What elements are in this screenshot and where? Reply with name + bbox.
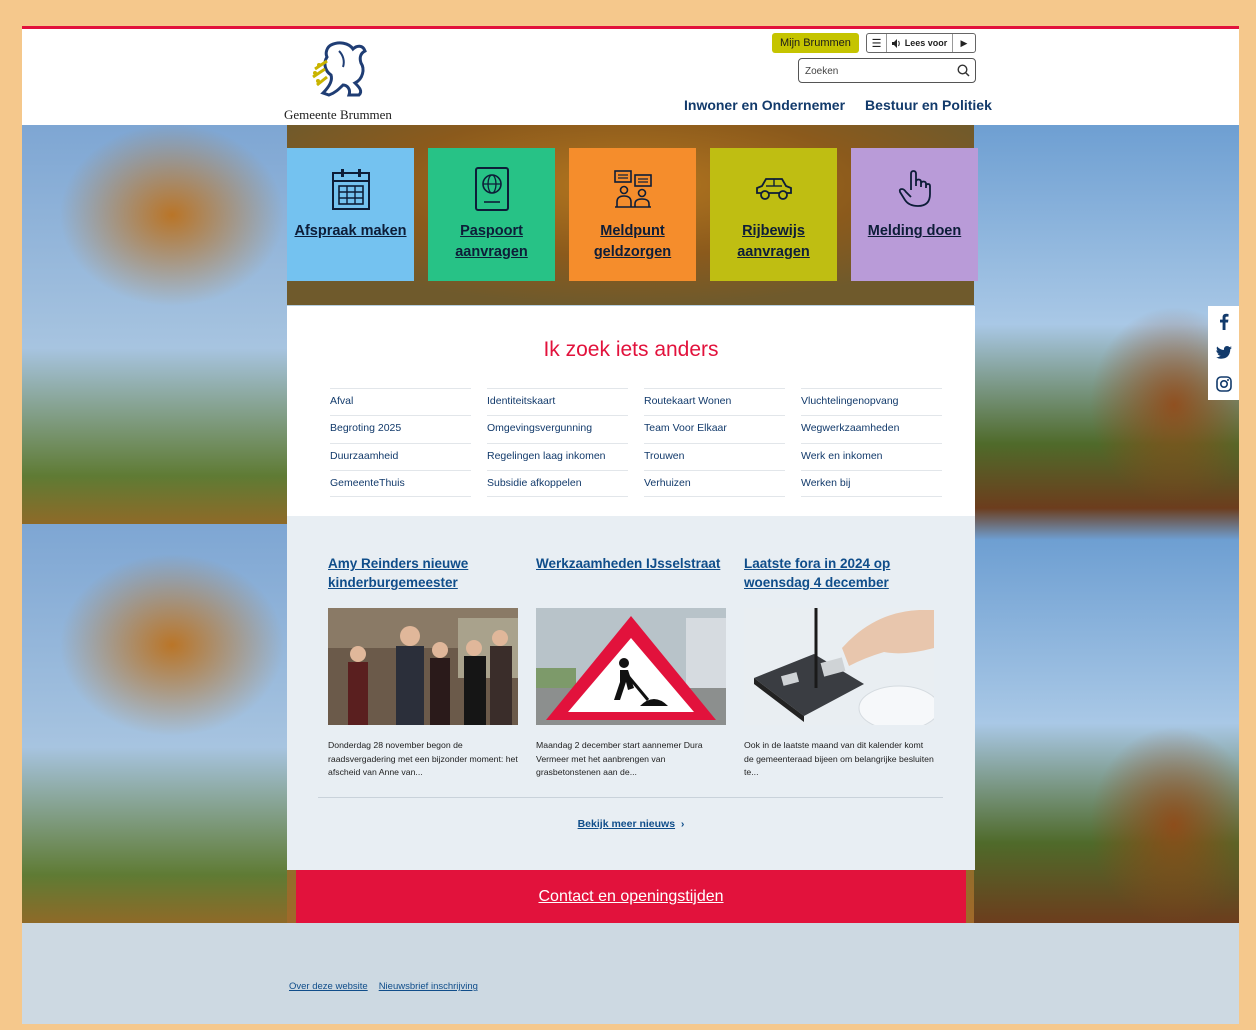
tile-afspraak-maken[interactable]: Afspraak maken	[287, 148, 414, 281]
news-summary: Maandag 2 december start aannemer Dura V…	[536, 740, 703, 777]
read-aloud-widget: ☰ Lees voor ▶	[866, 33, 976, 53]
footer-link-over-website[interactable]: Over deze website	[289, 981, 368, 992]
footer-links: Over deze website Nieuwsbrief inschrijvi…	[289, 981, 478, 992]
news-title[interactable]: Amy Reinders nieuwe kinderburgemeester	[328, 554, 518, 596]
link-afval[interactable]: Afval	[330, 388, 471, 415]
hero-image-right	[974, 125, 1239, 923]
links-column: Afval Begroting 2025 Duurzaamheid Gemeen…	[330, 388, 471, 498]
play-button[interactable]: ▶	[953, 34, 975, 52]
quick-links-grid: Afval Begroting 2025 Duurzaamheid Gemeen…	[330, 388, 942, 498]
tile-meldpunt-geldzorgen[interactable]: Meldpunt geldzorgen	[569, 148, 696, 281]
facebook-link[interactable]	[1208, 306, 1239, 337]
mijn-brummen-button[interactable]: Mijn Brummen	[772, 33, 859, 53]
news-section: Amy Reinders nieuwe kinderburgemeester D…	[287, 516, 975, 870]
link-regelingen-laag-inkomen[interactable]: Regelingen laag inkomen	[487, 442, 628, 470]
logo[interactable]: Gemeente Brummen	[284, 39, 414, 122]
news-image-kinderburgemeester[interactable]	[328, 608, 518, 725]
links-column: Identiteitskaart Omgevingsvergunning Reg…	[487, 388, 628, 498]
read-aloud-button[interactable]: Lees voor	[887, 34, 953, 52]
news-summary: Ook in de laatste maand van dit kalender…	[744, 740, 934, 777]
nav-inwoner-ondernemer[interactable]: Inwoner en Ondernemer	[684, 97, 845, 126]
speaker-icon	[891, 38, 900, 48]
lion-logo-icon	[312, 41, 367, 97]
more-news-link[interactable]: Bekijk meer nieuws ›	[287, 818, 975, 830]
news-title[interactable]: Laatste fora in 2024 op woensdag 4 decem…	[744, 554, 934, 596]
link-wegwerkzaamheden[interactable]: Wegwerkzaamheden	[801, 415, 942, 442]
search-box	[798, 58, 976, 83]
news-item: Werkzaamheden IJsselstraat Maandag 2 dec…	[536, 554, 726, 780]
twitter-link[interactable]	[1208, 337, 1239, 368]
twitter-icon	[1215, 346, 1232, 359]
header: Gemeente Brummen Mijn Brummen ☰ Lees voo…	[22, 29, 1239, 125]
tile-rijbewijs-aanvragen[interactable]: Rijbewijs aanvragen	[710, 148, 837, 281]
search-input[interactable]	[805, 62, 951, 80]
search-other-title: Ik zoek iets anders	[543, 338, 719, 361]
link-werk-en-inkomen[interactable]: Werk en inkomen	[801, 442, 942, 470]
read-aloud-menu-button[interactable]: ☰	[867, 34, 887, 52]
news-divider	[318, 797, 943, 798]
link-routekaart-wonen[interactable]: Routekaart Wonen	[644, 388, 785, 415]
news-image-voting-device[interactable]	[744, 608, 934, 725]
tile-melding-doen[interactable]: Melding doen	[851, 148, 978, 281]
news-item: Amy Reinders nieuwe kinderburgemeester D…	[328, 554, 518, 780]
chevron-right-icon: ›	[677, 818, 685, 830]
tile-paspoort-aanvragen[interactable]: Paspoort aanvragen	[428, 148, 555, 281]
link-subsidie-afkoppelen[interactable]: Subsidie afkoppelen	[487, 469, 628, 498]
news-item: Laatste fora in 2024 op woensdag 4 decem…	[744, 554, 934, 780]
people-chat-icon	[613, 170, 652, 208]
links-column: Routekaart Wonen Team Voor Elkaar Trouwe…	[644, 388, 785, 498]
car-icon	[755, 178, 792, 200]
link-vluchtelingenopvang[interactable]: Vluchtelingenopvang	[801, 388, 942, 415]
quick-tiles: Afspraak maken Paspoort aanvragen Meldpu…	[287, 148, 978, 281]
passport-icon	[474, 167, 509, 211]
news-summary: Donderdag 28 november begon de raadsverg…	[328, 740, 518, 777]
link-team-voor-elkaar[interactable]: Team Voor Elkaar	[644, 415, 785, 442]
news-image-roadwork-sign[interactable]	[536, 608, 726, 725]
link-duurzaamheid[interactable]: Duurzaamheid	[330, 442, 471, 470]
instagram-icon	[1215, 375, 1232, 392]
main-card: Ik zoek iets anders Afval Begroting 2025…	[287, 306, 975, 870]
nav-bestuur-politiek[interactable]: Bestuur en Politiek	[865, 97, 992, 126]
tile-label: Melding doen	[867, 223, 962, 239]
hand-pointer-icon	[898, 170, 931, 207]
main-nav: Inwoner en Ondernemer Bestuur en Politie…	[684, 97, 992, 126]
link-trouwen[interactable]: Trouwen	[644, 442, 785, 470]
tile-label: Rijbewijs aanvragen	[737, 223, 810, 260]
link-begroting-2025[interactable]: Begroting 2025	[330, 415, 471, 442]
contact-openingstijden-link[interactable]: Contact en openingstijden	[296, 870, 966, 923]
link-verhuizen[interactable]: Verhuizen	[644, 469, 785, 498]
instagram-link[interactable]	[1208, 368, 1239, 399]
tile-label: Afspraak maken	[294, 223, 407, 239]
facebook-icon	[1219, 313, 1228, 330]
search-icon[interactable]	[957, 64, 970, 77]
links-column: Vluchtelingenopvang Wegwerkzaamheden Wer…	[801, 388, 942, 498]
footer-link-nieuwsbrief[interactable]: Nieuwsbrief inschrijving	[379, 981, 478, 992]
tile-label: Meldpunt geldzorgen	[593, 223, 672, 260]
tile-label: Paspoort aanvragen	[455, 223, 528, 260]
footer: Over deze website Nieuwsbrief inschrijvi…	[22, 923, 1239, 1024]
hero-image-left	[22, 125, 287, 923]
more-news-label: Bekijk meer nieuws	[577, 818, 676, 830]
page: Gemeente Brummen Mijn Brummen ☰ Lees voo…	[22, 26, 1239, 1024]
logo-text: Gemeente Brummen	[284, 107, 392, 122]
read-aloud-label: Lees voor	[904, 38, 948, 48]
play-icon: ▶	[960, 37, 968, 48]
link-omgevingsvergunning[interactable]: Omgevingsvergunning	[487, 415, 628, 442]
menu-icon: ☰	[871, 37, 882, 50]
news-title[interactable]: Werkzaamheden IJsselstraat	[536, 554, 726, 596]
calendar-icon	[331, 169, 370, 210]
link-identiteitskaart[interactable]: Identiteitskaart	[487, 388, 628, 415]
social-links	[1208, 306, 1239, 400]
link-gemeentethuis[interactable]: GemeenteThuis	[330, 469, 471, 498]
link-werken-bij[interactable]: Werken bij	[801, 469, 942, 498]
